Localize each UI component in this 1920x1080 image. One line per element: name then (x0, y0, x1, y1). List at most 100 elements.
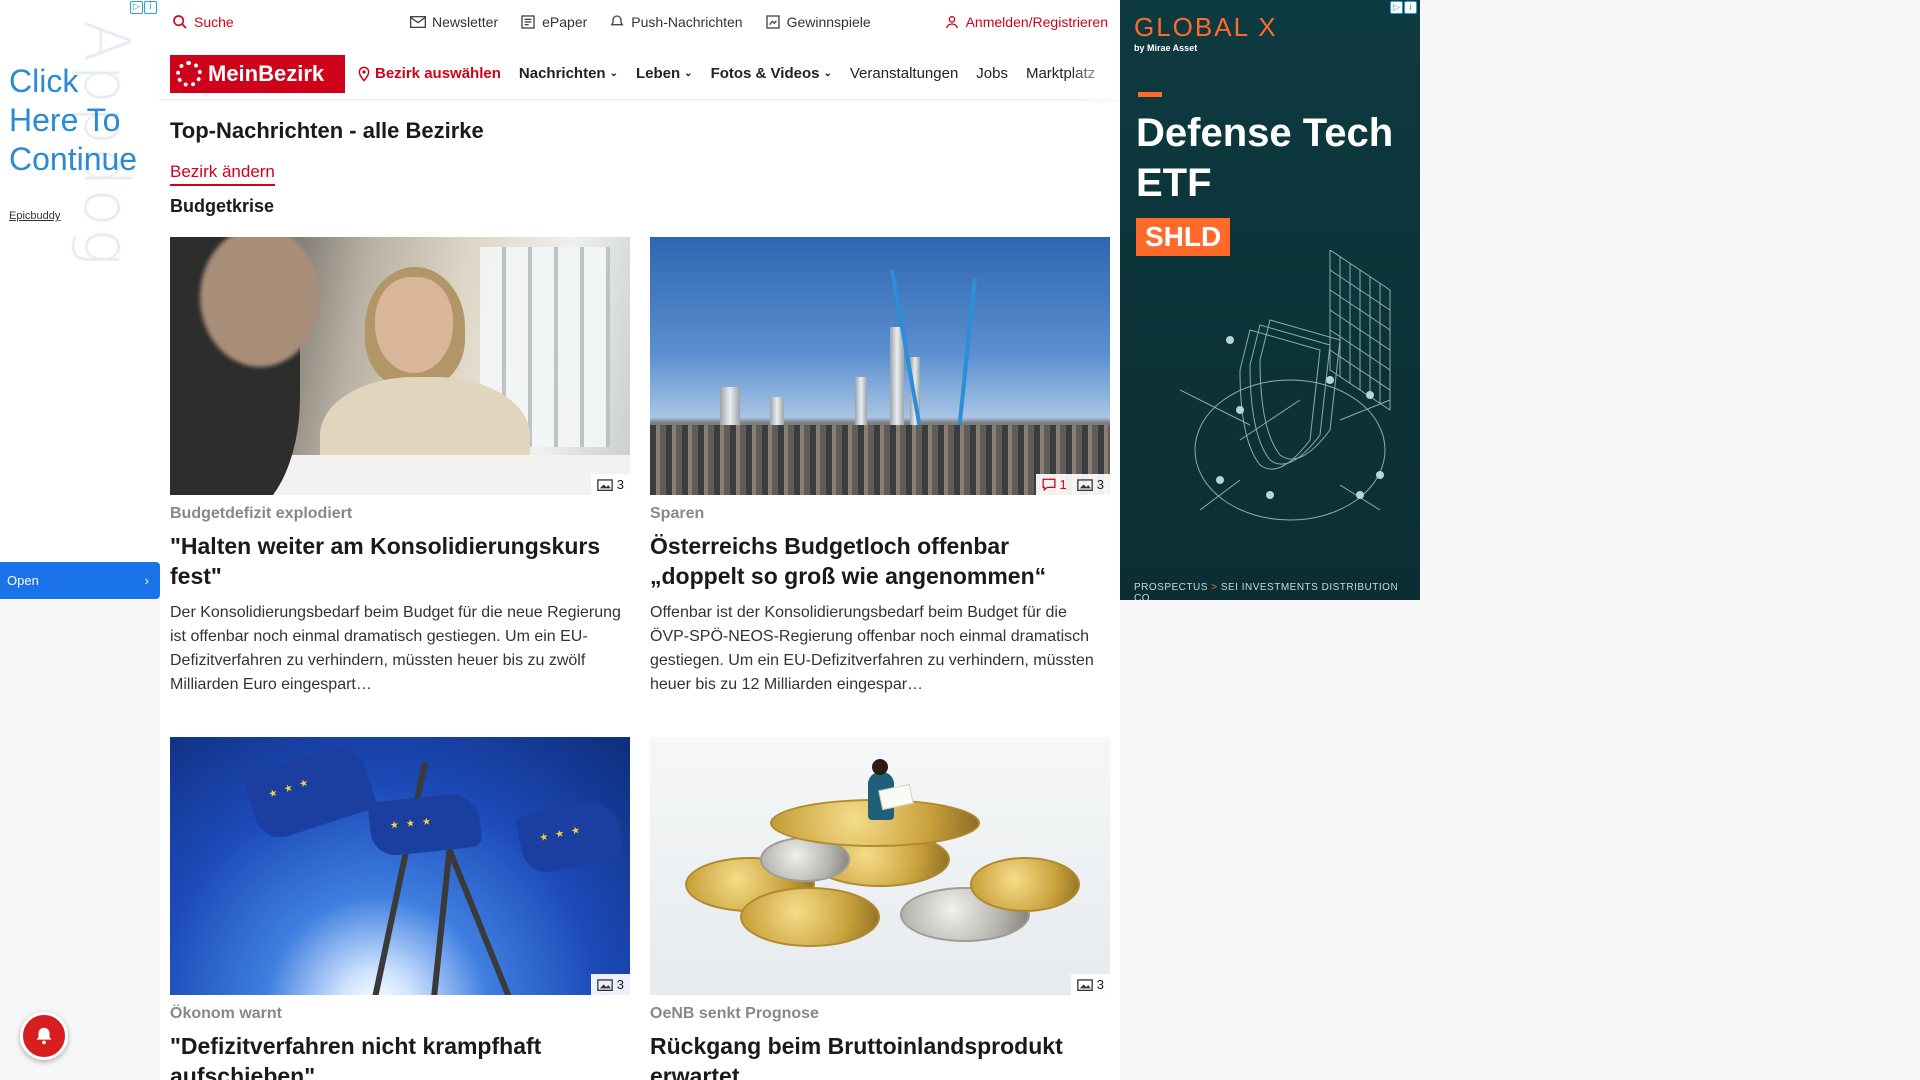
chevron-down-icon: ⌄ (609, 68, 618, 79)
newsletter-link[interactable]: Newsletter (410, 14, 498, 30)
right-ad-banner[interactable]: GLOBAL X by Mirae Asset Defense Tech ETF… (1120, 0, 1420, 600)
article-image[interactable]: 3 (170, 737, 630, 995)
user-icon (945, 16, 958, 29)
search-label[interactable]: Suche (194, 14, 234, 30)
media-badges: 3 (590, 474, 630, 495)
article-kicker: Ökonom warnt (170, 1005, 283, 1022)
ad-choices-badge[interactable]: ▷ i (130, 1, 158, 15)
change-district-link[interactable]: Bezirk ändern (170, 162, 275, 186)
media-badges: 3 (1070, 974, 1110, 995)
utility-links: Newsletter ePaper Push-Nachrichten Gewin… (410, 14, 871, 30)
open-label: Open (7, 573, 39, 588)
ad-cta-line[interactable]: Click (9, 62, 137, 101)
ad-cta-text[interactable]: Click Here To Continue (9, 62, 137, 179)
contests-label[interactable]: Gewinnspiele (787, 14, 871, 30)
ad-choices-icon[interactable]: ▷ (130, 1, 143, 14)
nav-item-veranstaltungen[interactable]: Veranstaltungen (850, 65, 958, 82)
nav-item-label[interactable]: Veranstaltungen (850, 65, 958, 82)
site-logo[interactable]: MeinBezirk (170, 55, 345, 93)
section-title: Budgetkrise (170, 196, 275, 216)
image-flag (514, 797, 626, 877)
image-tower (890, 327, 904, 437)
photo-icon (1076, 479, 1093, 491)
newspaper-icon (521, 15, 535, 29)
article-card[interactable]: 3 Ökonom warnt "Defizitverfahren nicht k… (170, 737, 630, 1080)
article-title[interactable]: Rückgang beim Bruttoinlandsprodukt erwar… (650, 1031, 1110, 1080)
select-district-button[interactable]: Bezirk auswählen (357, 65, 501, 82)
photo-icon (596, 979, 613, 991)
image-flag (367, 791, 483, 858)
photo-icon (596, 479, 613, 491)
chevron-right-icon: > (1211, 582, 1218, 593)
nav-item-label[interactable]: Nachrichten (519, 65, 606, 82)
nav-item-label[interactable]: Jobs (976, 65, 1008, 82)
image-flag (242, 740, 378, 844)
comment-count-badge[interactable]: 1 (1042, 477, 1067, 492)
page-title: Top-Nachrichten - alle Bezirke (170, 118, 484, 143)
article-card[interactable]: 3 OeNB senkt Prognose Rückgang beim Brut… (650, 737, 1110, 1080)
article-image[interactable]: 3 (650, 737, 1110, 995)
push-notifications-link[interactable]: Push-Nachrichten (609, 14, 743, 30)
ad-accent-bar (1138, 92, 1162, 97)
notification-bell-button[interactable] (20, 1012, 68, 1060)
nav-item-label[interactable]: Leben (636, 65, 680, 82)
info-icon[interactable]: i (1404, 1, 1417, 14)
photo-count-badge: 3 (596, 477, 624, 492)
nav-item-leben[interactable]: Leben ⌄ (636, 65, 693, 82)
ad-choices-badge[interactable]: ▷ i (1390, 1, 1418, 15)
login-link[interactable]: Anmelden/Registrieren (944, 14, 1108, 30)
ad-cta-line[interactable]: Here To (9, 101, 137, 140)
ad-footer[interactable]: PROSPECTUS > SEI INVESTMENTS DISTRIBUTIO… (1134, 582, 1420, 600)
article-image[interactable]: 1 3 (650, 237, 1110, 495)
article-card[interactable]: 1 3 Sparen Österreichs Budgetloch offenb… (650, 237, 1110, 697)
photo-count-badge: 3 (1076, 477, 1104, 492)
search-icon (173, 15, 187, 29)
image-figure (200, 237, 320, 367)
search-link[interactable]: Suche (172, 14, 234, 30)
ad-headline[interactable]: Defense Tech ETF (1136, 108, 1416, 208)
article-kicker: Sparen (650, 505, 705, 522)
article-title[interactable]: "Halten weiter am Konsolidierungskurs fe… (170, 531, 630, 591)
ad-brand-sub: by Mirae Asset (1134, 43, 1198, 53)
contests-link[interactable]: Gewinnspiele (765, 14, 871, 30)
photo-count-badge: 3 (1076, 977, 1104, 992)
bell-outline-icon (610, 15, 624, 26)
page: Appdog Click Here To Continue Epicbuddy … (0, 0, 1920, 1080)
ad-brand: GLOBAL X (1134, 12, 1278, 42)
photo-icon (1076, 979, 1093, 991)
article-kicker: Budgetdefizit explodiert (170, 505, 353, 522)
epaper-label[interactable]: ePaper (542, 14, 587, 30)
epaper-link[interactable]: ePaper (520, 14, 587, 30)
nav-item-nachrichten[interactable]: Nachrichten ⌄ (519, 65, 618, 82)
article-title[interactable]: "Defizitverfahren nicht krampfhaft aufsc… (170, 1031, 630, 1080)
left-ad-banner[interactable]: Appdog Click Here To Continue Epicbuddy … (0, 0, 160, 600)
chevron-down-icon: ⌄ (823, 68, 832, 79)
open-button[interactable]: Open › (0, 562, 160, 599)
push-label[interactable]: Push-Nachrichten (631, 14, 742, 30)
mail-icon (410, 16, 426, 28)
media-badges: 1 3 (1035, 474, 1110, 495)
article-image[interactable]: 3 (170, 237, 630, 495)
photo-count: 3 (616, 477, 624, 492)
photo-count: 3 (1096, 477, 1104, 492)
chevron-right-icon: › (144, 573, 149, 588)
location-pin-icon (358, 66, 370, 82)
shield-icon (1180, 250, 1391, 521)
logo-sun-icon (176, 61, 202, 87)
article-card[interactable]: 3 Budgetdefizit explodiert "Halten weite… (170, 237, 630, 697)
nav-item-jobs[interactable]: Jobs (976, 65, 1008, 82)
article-title[interactable]: Österreichs Budgetloch offenbar „doppelt… (650, 531, 1110, 591)
nav-item-label[interactable]: Fotos & Videos (711, 65, 820, 82)
bell-icon (36, 1027, 52, 1045)
select-district-label[interactable]: Bezirk auswählen (375, 65, 501, 82)
photo-count-badge: 3 (596, 977, 624, 992)
prospectus-link[interactable]: PROSPECTUS (1134, 582, 1208, 593)
top-utility-bar: Suche Newsletter ePaper Push-Nachrichten (160, 0, 1120, 46)
login-label[interactable]: Anmelden/Registrieren (966, 14, 1108, 30)
nav-item-fotos-videos[interactable]: Fotos & Videos ⌄ (711, 65, 832, 82)
ad-choices-icon[interactable]: ▷ (1390, 1, 1403, 14)
ad-cta-line[interactable]: Continue (9, 140, 137, 179)
info-icon[interactable]: i (144, 1, 157, 14)
newsletter-label[interactable]: Newsletter (432, 14, 498, 30)
ad-brand-link[interactable]: Epicbuddy (9, 210, 60, 222)
